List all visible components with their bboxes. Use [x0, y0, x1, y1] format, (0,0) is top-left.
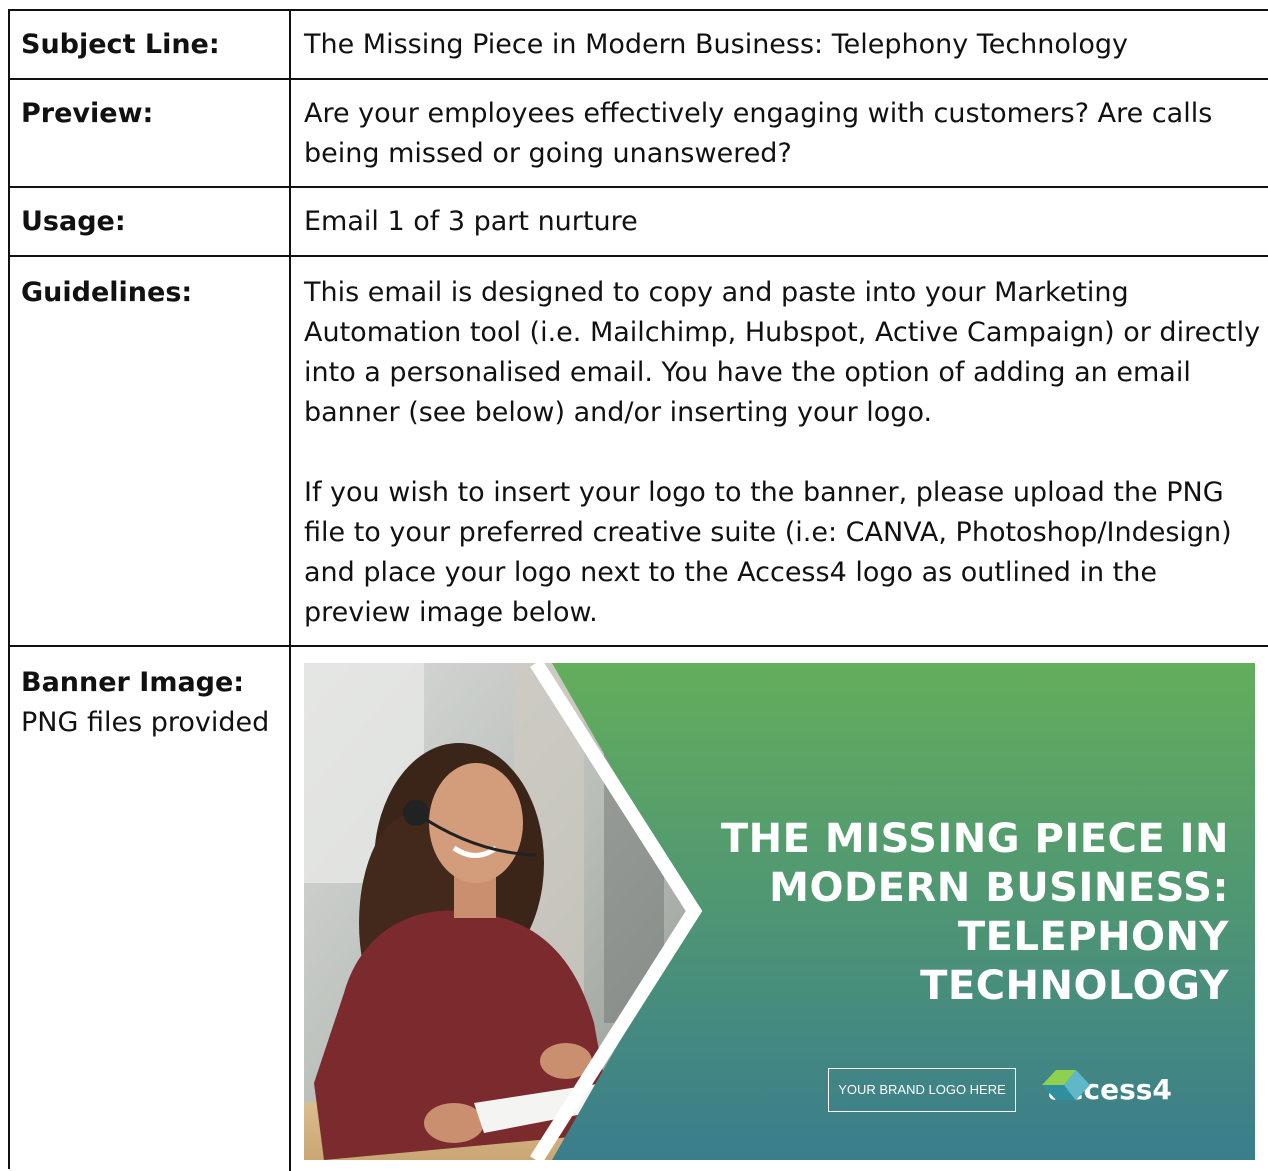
column-divider: [289, 257, 291, 647]
preview-value: Are your employees effectively engaging …: [304, 98, 1213, 169]
headline-line: THE MISSING PIECE IN: [720, 816, 1229, 862]
headline-line: TECHNOLOGY: [920, 963, 1229, 1009]
headline-line: MODERN BUSINESS:: [769, 865, 1229, 911]
guidelines-value: This email is designed to copy and paste…: [304, 273, 1262, 633]
subject-value: The Missing Piece in Modern Business: Te…: [304, 29, 1129, 60]
banner-headline: THE MISSING PIECE IN MODERN BUSINESS: TE…: [721, 815, 1229, 1011]
column-divider: [289, 647, 291, 1171]
usage-value: Email 1 of 3 part nurture: [304, 206, 638, 237]
guidelines-row: Guidelines: This email is designed to co…: [8, 255, 1268, 647]
access4-logo-icon: [1042, 1070, 1090, 1100]
guidelines-paragraph-1: This email is designed to copy and paste…: [304, 277, 1261, 428]
banner-label: Banner Image:: [21, 667, 245, 698]
guidelines-paragraph-2: If you wish to insert your logo to the b…: [304, 477, 1232, 628]
access4-logo: access4: [1042, 1068, 1172, 1110]
preview-row: Preview: Are your employees effectively …: [8, 78, 1268, 188]
subject-row: Subject Line: The Missing Piece in Moder…: [8, 9, 1268, 80]
column-divider: [289, 11, 291, 80]
preview-label: Preview:: [21, 98, 154, 129]
banner-sublabel: PNG files provided: [21, 707, 270, 738]
banner-image: THE MISSING PIECE IN MODERN BUSINESS: TE…: [304, 663, 1255, 1160]
document-table: Subject Line: The Missing Piece in Moder…: [0, 0, 1268, 1171]
guidelines-label: Guidelines:: [21, 277, 193, 308]
column-divider: [289, 188, 291, 257]
usage-row: Usage: Email 1 of 3 part nurture: [8, 186, 1268, 257]
brand-logo-placeholder: YOUR BRAND LOGO HERE: [828, 1068, 1016, 1112]
column-divider: [289, 80, 291, 188]
subject-label: Subject Line:: [21, 29, 220, 60]
headline-line: TELEPHONY: [957, 914, 1229, 960]
usage-label: Usage:: [21, 206, 126, 237]
